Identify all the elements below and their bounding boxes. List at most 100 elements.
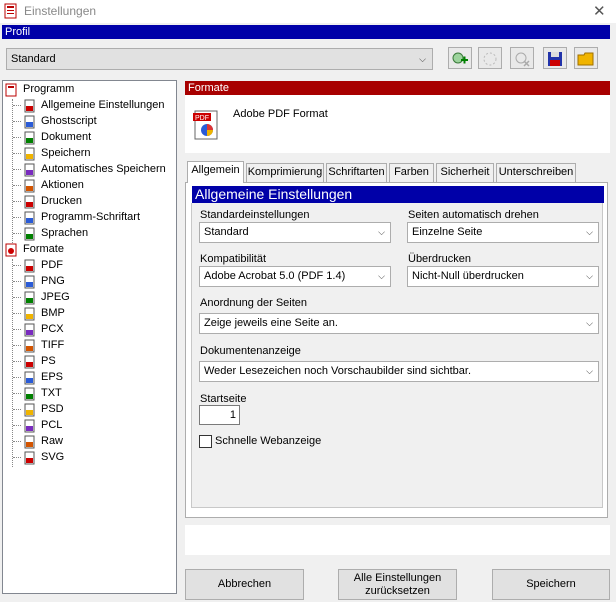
- rotate-label: Seiten automatisch drehen: [408, 209, 539, 221]
- tree-item-icon: [23, 403, 37, 417]
- startpage-label: Startseite: [200, 393, 247, 405]
- tree-item-label: JPEG: [41, 291, 70, 303]
- standard-select[interactable]: Standard ⌵: [199, 222, 391, 243]
- reset-label-line2: zurücksetzen: [365, 585, 430, 597]
- add-profile-icon: [452, 52, 468, 64]
- chevron-down-icon: ⌵: [378, 271, 385, 281]
- fastweb-checkbox[interactable]: [199, 435, 212, 448]
- tree-item-label: PCX: [41, 323, 64, 335]
- title-bar: Einstellungen ✕: [0, 0, 616, 23]
- tree-node-label: Programm: [23, 83, 75, 95]
- folder-icon: [577, 52, 594, 66]
- tree-item-icon: [23, 387, 37, 401]
- format-name: Adobe PDF Format: [233, 108, 328, 120]
- svg-text:PDF: PDF: [195, 115, 209, 122]
- save-label: Speichern: [526, 578, 576, 590]
- tree-item-icon: [23, 275, 37, 289]
- tree-item-icon: [23, 323, 37, 337]
- formats-icon: [5, 243, 19, 257]
- tree-item-icon: [23, 195, 37, 209]
- startpage-input[interactable]: 1: [199, 405, 240, 425]
- tab-schriftarten[interactable]: Schriftarten: [326, 163, 387, 182]
- pdf-file-icon: PDF: [193, 110, 218, 140]
- tree-item-icon: [23, 451, 37, 465]
- tree-item-label: Raw: [41, 435, 64, 447]
- layout-select[interactable]: Zeige jeweils eine Seite an. ⌵: [199, 313, 599, 334]
- tab-komprimierung[interactable]: Komprimierung: [246, 163, 324, 182]
- chevron-down-icon: ⌵: [419, 54, 426, 64]
- tree-item-label: TXT: [41, 387, 62, 399]
- chevron-down-icon: ⌵: [586, 318, 593, 328]
- tree-item-icon: [23, 291, 37, 305]
- tab-unterschreiben[interactable]: Unterschreiben: [496, 163, 576, 182]
- save-button[interactable]: Speichern: [492, 569, 610, 600]
- rename-profile-button[interactable]: [478, 47, 502, 69]
- compat-label: Kompatibilität: [200, 253, 267, 265]
- tree-item-label: PS: [41, 355, 56, 367]
- tree-item-label: Programm-Schriftart: [41, 211, 141, 223]
- tree-item-icon: [23, 419, 37, 433]
- tree-item-label: Ghostscript: [41, 115, 97, 127]
- tree-item-label: Allgemeine Einstellungen: [41, 99, 165, 111]
- settings-tree[interactable]: Programm Allgemeine Einstellungen Ghostsc…: [2, 80, 177, 594]
- program-icon: [5, 83, 19, 97]
- tree-item-icon: [23, 131, 37, 145]
- rotate-value: Einzelne Seite: [412, 226, 483, 238]
- close-icon[interactable]: ✕: [593, 2, 606, 20]
- tree-item-label: Sprachen: [41, 227, 89, 239]
- open-profile-button[interactable]: [574, 47, 598, 69]
- compat-select[interactable]: Adobe Acrobat 5.0 (PDF 1.4) ⌵: [199, 266, 391, 287]
- tree-item-icon: [23, 179, 37, 193]
- section-title: Allgemeine Einstellungen: [192, 186, 604, 203]
- cancel-label: Abbrechen: [217, 578, 272, 590]
- save-profile-button[interactable]: [543, 47, 567, 69]
- tree-item-icon: [23, 115, 37, 129]
- rotate-select[interactable]: Einzelne Seite ⌵: [407, 222, 599, 243]
- compat-value: Adobe Acrobat 5.0 (PDF 1.4): [204, 270, 346, 282]
- tab-farben[interactable]: Farben: [389, 163, 434, 182]
- tree-item-label: Drucken: [41, 195, 82, 207]
- tree-item-icon: [23, 355, 37, 369]
- tree-item-icon: [23, 339, 37, 353]
- overprint-select[interactable]: Nicht-Null überdrucken ⌵: [407, 266, 599, 287]
- overprint-label: Überdrucken: [408, 253, 471, 265]
- chevron-down-icon: ⌵: [586, 227, 593, 237]
- tree-item-label: TIFF: [41, 339, 65, 351]
- chevron-down-icon: ⌵: [586, 271, 593, 281]
- tab-allgemein[interactable]: Allgemein: [187, 161, 244, 183]
- standard-value: Standard: [204, 226, 249, 238]
- tree-node-label: Formate: [23, 243, 64, 255]
- rename-profile-icon: [483, 52, 497, 66]
- display-label: Dokumentenanzeige: [200, 345, 301, 357]
- window-title: Einstellungen: [24, 4, 97, 18]
- tree-item-icon: [23, 435, 37, 449]
- overprint-value: Nicht-Null überdrucken: [412, 270, 524, 282]
- standard-label: Standardeinstellungen: [200, 209, 310, 221]
- tree-item-icon: [23, 307, 37, 321]
- tree-item-label: Aktionen: [41, 179, 84, 191]
- tree-item-icon: [23, 147, 37, 161]
- formats-header: Formate: [185, 81, 610, 95]
- footer-spacer: [185, 525, 610, 555]
- delete-profile-button[interactable]: [510, 47, 534, 69]
- chevron-down-icon: ⌵: [586, 366, 593, 376]
- tab-sicherheit[interactable]: Sicherheit: [436, 163, 494, 182]
- reset-all-button[interactable]: Alle Einstellungen zurücksetzen: [338, 569, 457, 600]
- tree-item-label: SVG: [41, 451, 65, 463]
- tree-item-label: PNG: [41, 275, 65, 287]
- tree-item-icon: [23, 211, 37, 225]
- profile-select[interactable]: Standard ⌵: [6, 48, 433, 70]
- add-profile-button[interactable]: [448, 47, 472, 69]
- layout-value: Zeige jeweils eine Seite an.: [204, 317, 338, 329]
- cancel-button[interactable]: Abbrechen: [185, 569, 304, 600]
- profile-select-value: Standard: [11, 53, 56, 65]
- tree-item-icon: [23, 227, 37, 241]
- tree-item-icon: [23, 99, 37, 113]
- layout-label: Anordnung der Seiten: [200, 297, 308, 309]
- profile-header: Profil: [2, 25, 610, 39]
- chevron-down-icon: ⌵: [378, 227, 385, 237]
- tree-item-label: Automatisches Speichern: [41, 163, 166, 175]
- tree-item-label: PDF: [41, 259, 63, 271]
- reset-label-line1: Alle Einstellungen: [353, 572, 442, 584]
- display-select[interactable]: Weder Lesezeichen noch Vorschaubilder si…: [199, 361, 599, 382]
